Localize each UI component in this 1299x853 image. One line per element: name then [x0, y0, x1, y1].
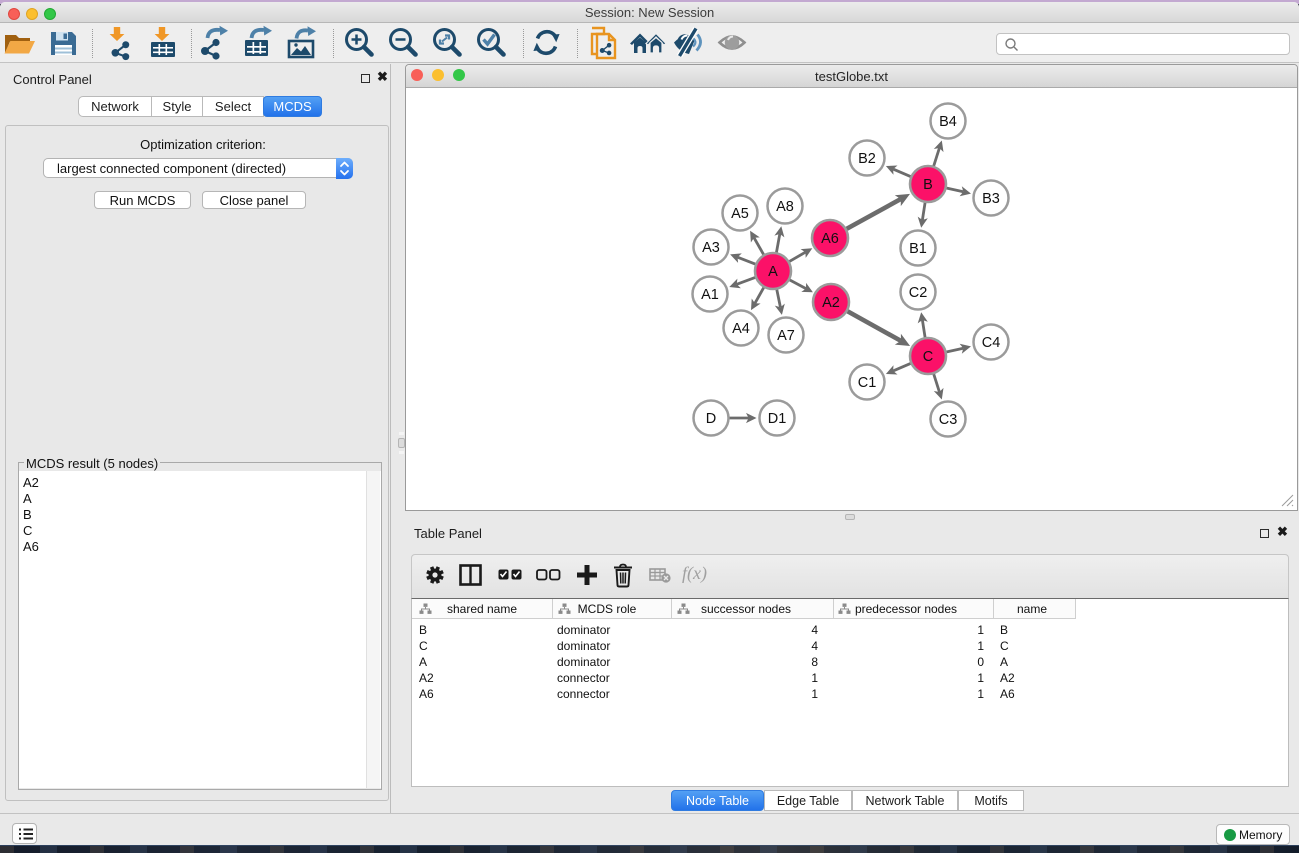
- svg-text:B: B: [923, 177, 933, 193]
- svg-text:C1: C1: [858, 375, 877, 391]
- svg-text:C2: C2: [909, 285, 928, 301]
- svg-text:B3: B3: [982, 191, 1000, 207]
- svg-text:A8: A8: [776, 199, 794, 215]
- svg-text:D1: D1: [768, 411, 787, 427]
- svg-text:B1: B1: [909, 241, 927, 257]
- svg-text:A1: A1: [701, 287, 719, 303]
- svg-text:A2: A2: [822, 295, 840, 311]
- svg-text:A4: A4: [732, 321, 750, 337]
- svg-text:A7: A7: [777, 328, 795, 344]
- svg-text:C4: C4: [982, 335, 1001, 351]
- svg-text:D: D: [706, 411, 716, 427]
- svg-text:A6: A6: [821, 231, 839, 247]
- svg-text:B4: B4: [939, 114, 957, 130]
- svg-text:A: A: [768, 264, 778, 280]
- svg-text:C3: C3: [939, 412, 958, 428]
- svg-text:A3: A3: [702, 240, 720, 256]
- svg-text:A5: A5: [731, 206, 749, 222]
- svg-text:C: C: [923, 349, 933, 365]
- svg-text:B2: B2: [858, 151, 876, 167]
